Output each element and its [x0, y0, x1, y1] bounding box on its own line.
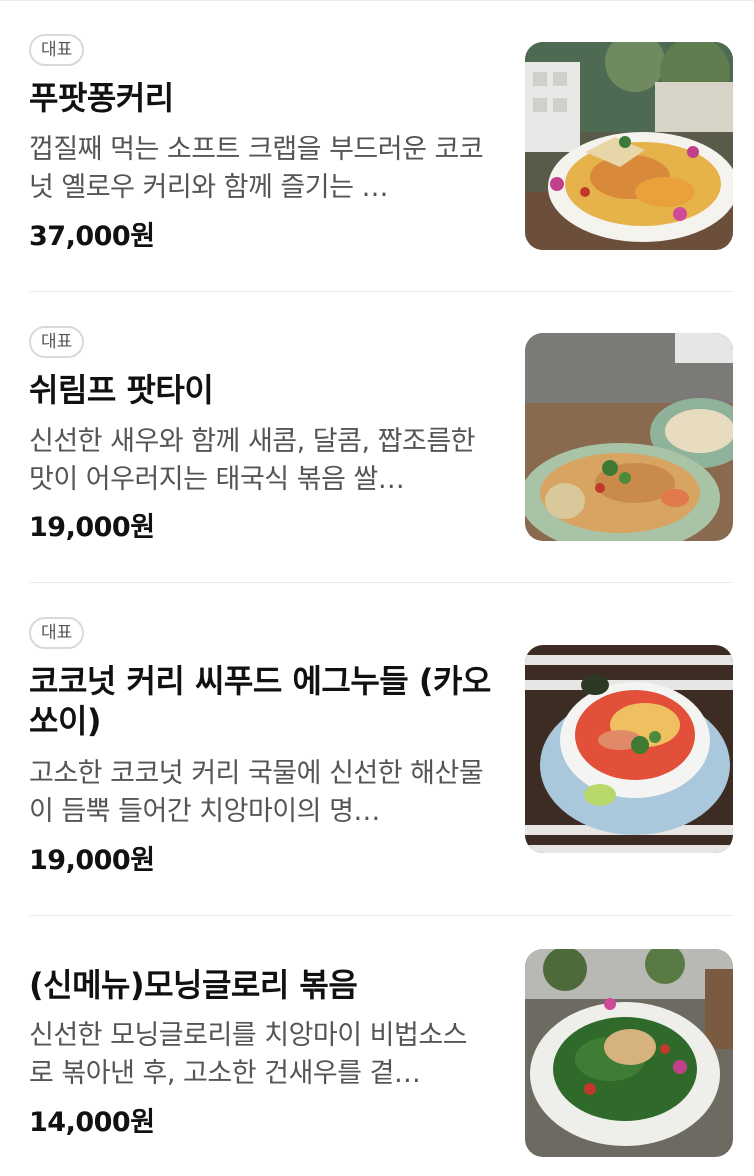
signature-badge: 대표: [29, 617, 85, 649]
menu-item-name: 쉬림프 팟타이: [29, 371, 214, 409]
khao-soi-seafood-noodle-photo[interactable]: [525, 645, 733, 853]
menu-item-name: 푸팟퐁커리: [29, 79, 174, 117]
signature-badge: 대표: [29, 326, 85, 358]
signature-badge: 대표: [29, 34, 85, 66]
menu-item-price: 14,000원: [29, 1107, 155, 1138]
menu-item-name: (신메뉴)모닝글로리 볶음: [29, 966, 358, 1004]
morning-glory-stir-fry-photo[interactable]: [525, 949, 733, 1157]
menu-item-price: 19,000원: [29, 845, 155, 876]
menu-item[interactable]: 대표 쉬림프 팟타이 신선한 새우와 함께 새콤, 달콤, 짭조름한 맛이 어우…: [0, 292, 754, 583]
menu-item-name: 코코넛 커리 씨푸드 에그누들 (카오쏘이): [29, 662, 491, 740]
yellow-curry-crab-photo[interactable]: [525, 42, 733, 250]
shrimp-pad-thai-photo[interactable]: [525, 333, 733, 541]
menu-item[interactable]: 대표 푸팟퐁커리 껍질째 먹는 소프트 크랩을 부드러운 코코넛 옐로우 커리와…: [0, 0, 754, 292]
menu-item-description: 고소한 코코넛 커리 국물에 신선한 해산물이 듬뿍 들어간 치앙마이의 명…: [29, 758, 484, 827]
menu-item-price: 19,000원: [29, 512, 155, 543]
menu-item-description: 신선한 모닝글로리를 치앙마이 비법소스로 볶아낸 후, 고소한 건새우를 곁…: [29, 1020, 468, 1089]
menu-item[interactable]: 대표 코코넛 커리 씨푸드 에그누들 (카오쏘이) 고소한 코코넛 커리 국물에…: [0, 583, 754, 916]
menu-item[interactable]: (신메뉴)모닝글로리 볶음 신선한 모닝글로리를 치앙마이 비법소스로 볶아낸 …: [0, 916, 754, 1176]
menu-item-description: 껍질째 먹는 소프트 크랩을 부드러운 코코넛 옐로우 커리와 함께 즐기는 …: [29, 134, 484, 203]
menu-item-description: 신선한 새우와 함께 새콤, 달콤, 짭조름한 맛이 어우러지는 태국식 볶음 …: [29, 426, 476, 495]
menu-item-price: 37,000원: [29, 221, 155, 252]
